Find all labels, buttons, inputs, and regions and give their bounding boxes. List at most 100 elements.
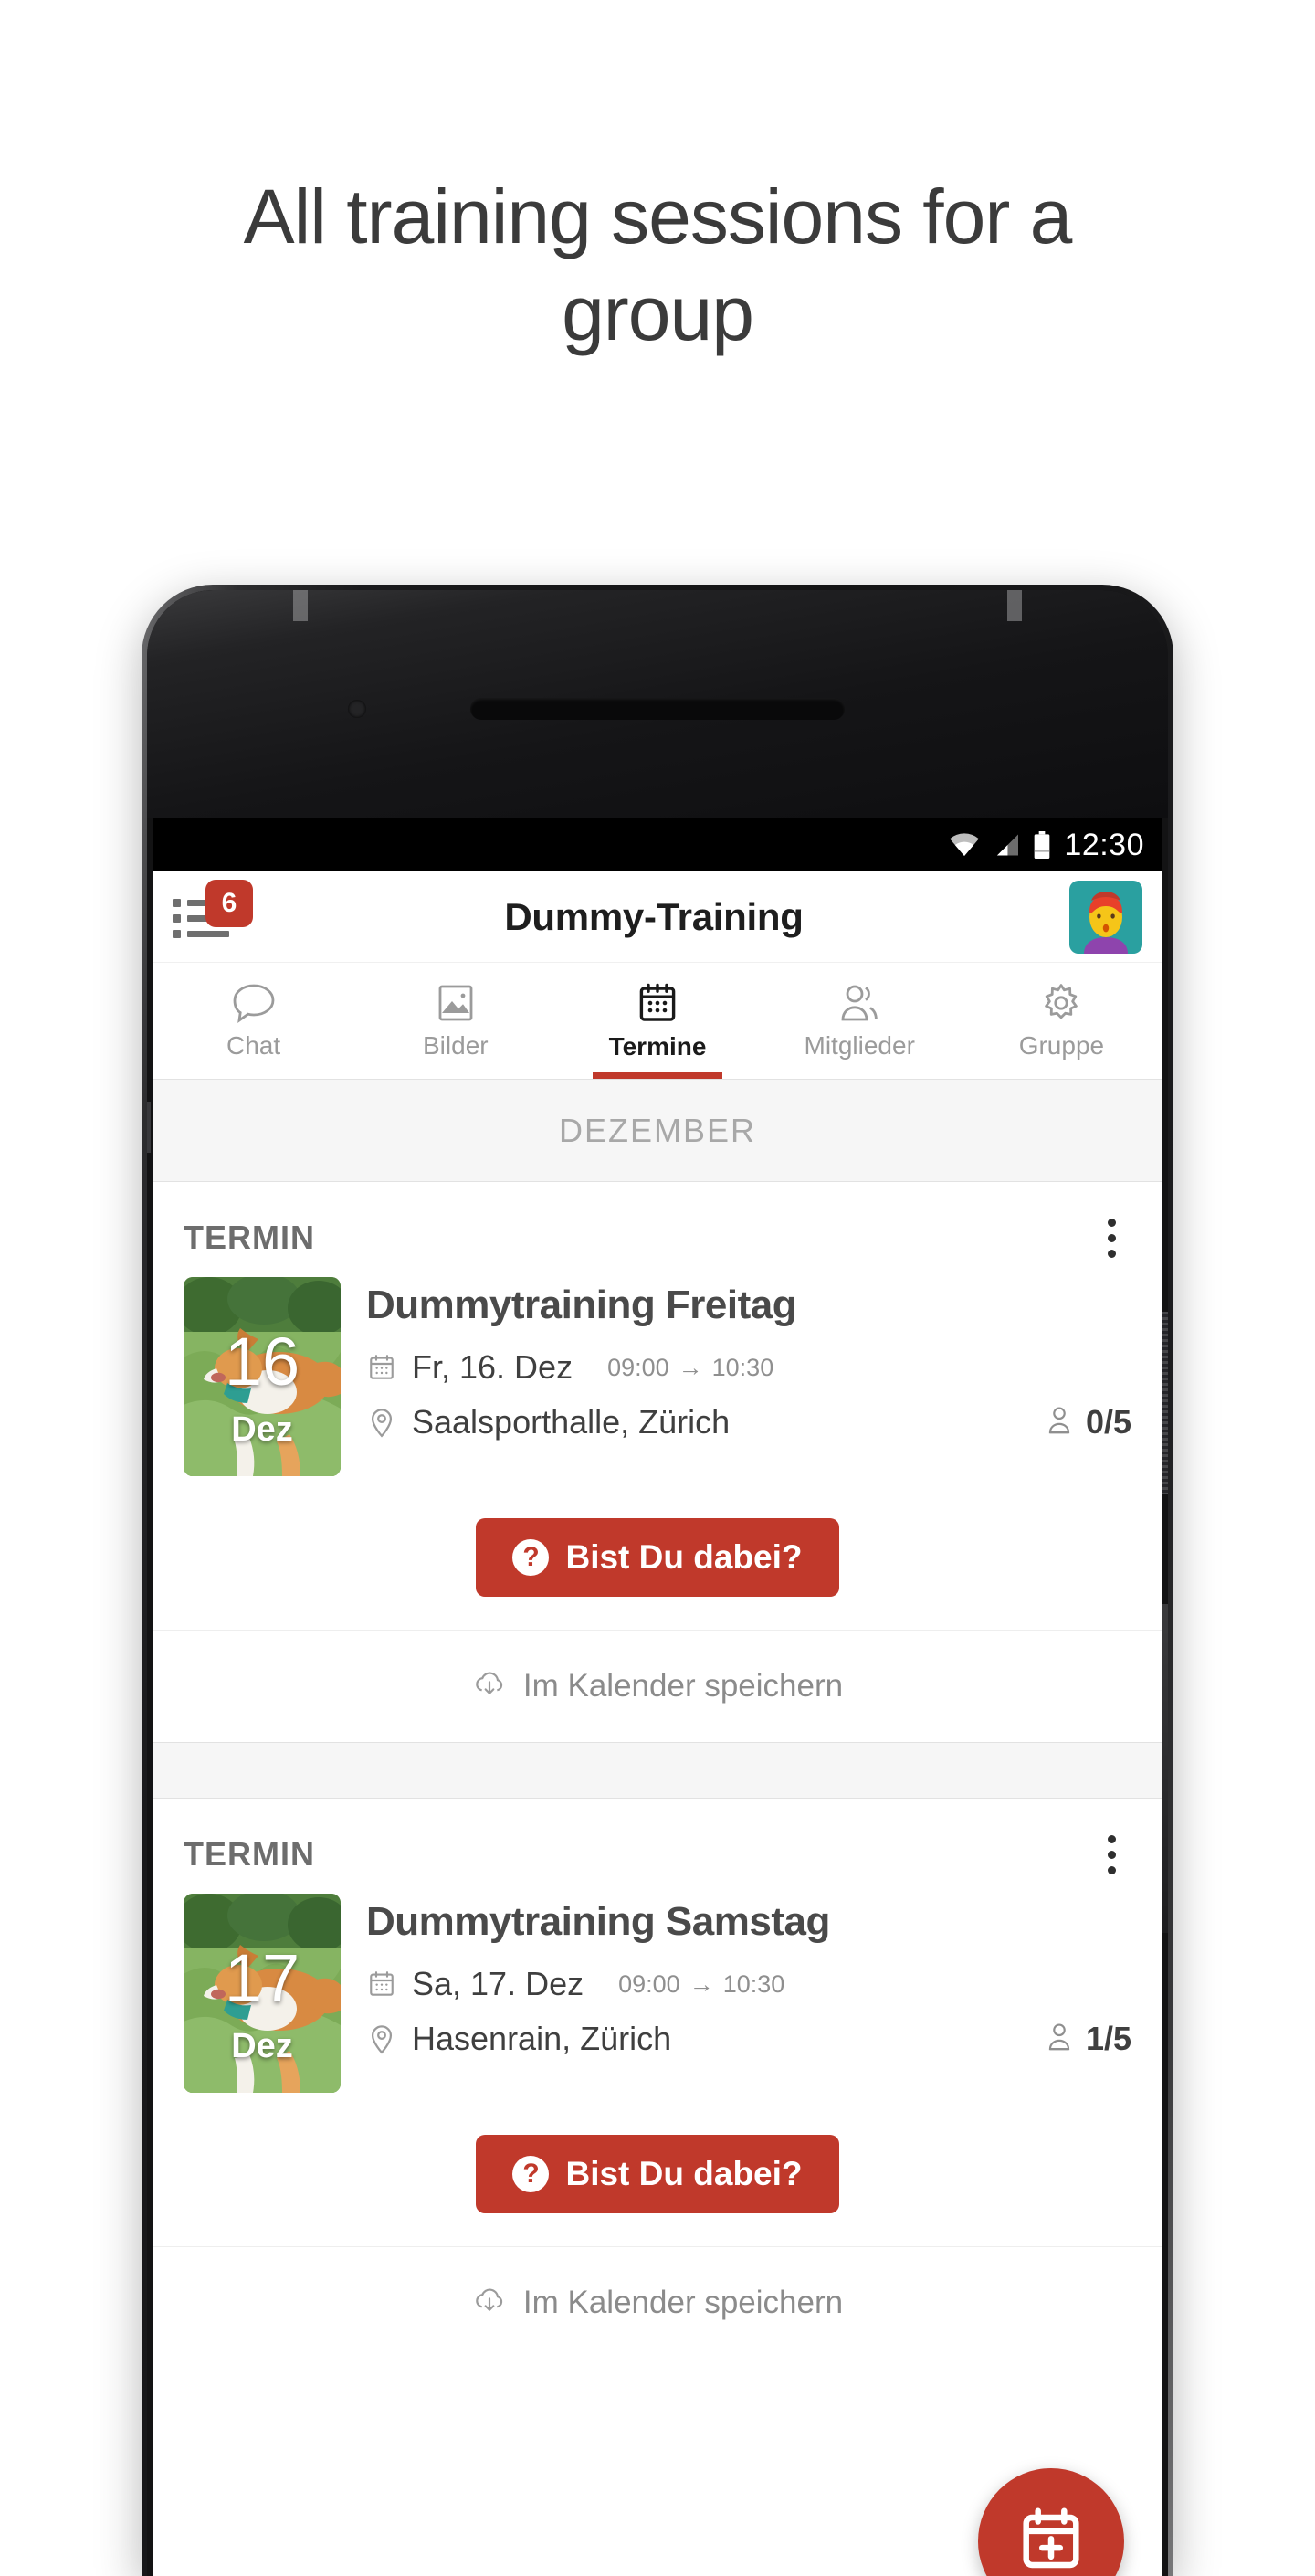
rsvp-button-label: Bist Du dabei?: [565, 1538, 802, 1577]
location-pin-icon: [366, 2023, 397, 2054]
event-thumbnail-month: Dez: [184, 1410, 341, 1450]
tab-bilder-label: Bilder: [423, 1031, 489, 1061]
phone-top-bezel: [147, 590, 1168, 818]
event-time-range: 09:00 → 10:30: [607, 1354, 773, 1382]
event-card-header: TERMIN: [153, 1799, 1162, 1886]
power-button[interactable]: [1162, 1312, 1168, 1494]
gear-icon: [1039, 982, 1083, 1024]
card-separator: [153, 1742, 1162, 1799]
calendar-plus-icon: [1015, 2504, 1087, 2576]
event-title: Dummytraining Freitag: [366, 1283, 1131, 1328]
volume-button[interactable]: [1162, 1604, 1168, 1933]
event-date-row: Fr, 16. Dez 09:00 → 10:30: [366, 1348, 1131, 1387]
event-time-end: 10:30: [723, 1970, 785, 1999]
event-location-row: Saalsporthalle, Zürich: [366, 1403, 1131, 1441]
rsvp-button[interactable]: ? Bist Du dabei?: [476, 2135, 838, 2213]
image-icon: [434, 982, 478, 1024]
question-mark-icon: ?: [512, 2156, 549, 2192]
month-header: DEZEMBER: [153, 1080, 1162, 1182]
menu-button[interactable]: 6: [173, 885, 257, 949]
event-card[interactable]: TERMIN: [153, 1182, 1162, 1742]
event-date: Sa, 17. Dez: [412, 1965, 584, 2003]
sim-tray: [147, 1102, 151, 1153]
add-event-fab[interactable]: [978, 2468, 1124, 2576]
event-attendance-count: 1/5: [1086, 2020, 1131, 2058]
tab-gruppe-label: Gruppe: [1019, 1031, 1104, 1061]
event-time-range: 09:00 → 10:30: [618, 1970, 784, 1999]
cellular-signal-icon: [993, 833, 1020, 857]
tab-mitglieder-label: Mitglieder: [805, 1031, 915, 1061]
tab-bar: Chat Bilder: [153, 963, 1162, 1080]
status-bar-clock: 12:30: [1064, 828, 1144, 863]
calendar-icon: [636, 981, 679, 1025]
unread-badge: 6: [205, 880, 253, 927]
event-card[interactable]: TERMIN: [153, 1799, 1162, 2359]
event-attendance: 1/5: [1044, 2020, 1131, 2058]
page-title: All training sessions for a group: [142, 0, 1173, 363]
rsvp-button[interactable]: ? Bist Du dabei?: [476, 1518, 838, 1597]
event-card-body: 16 Dez Dummytraining Freitag: [153, 1270, 1162, 1494]
antenna-line-left: [293, 590, 308, 621]
event-time-end: 10:30: [712, 1354, 774, 1382]
event-thumbnail-day: 17: [184, 1945, 341, 2012]
front-camera-icon: [348, 700, 366, 718]
calendar-icon: [366, 1352, 397, 1383]
event-attendance-count: 0/5: [1086, 1403, 1131, 1441]
save-to-calendar-label: Im Kalender speichern: [523, 1668, 843, 1705]
event-title: Dummytraining Samstag: [366, 1899, 1131, 1945]
event-thumbnail[interactable]: 16 Dez: [184, 1277, 341, 1476]
event-kicker: TERMIN: [184, 1835, 315, 1874]
phone-device-frame: 12:30 6 Dummy-Training: [142, 585, 1173, 2576]
phone-screen: 12:30 6 Dummy-Training: [153, 818, 1162, 2576]
event-location-row: Hasenrain, Zürich 1: [366, 2020, 1131, 2058]
earpiece-speaker: [470, 698, 845, 720]
event-cta-wrap: ? Bist Du dabei?: [153, 2111, 1162, 2247]
phone-device-inner: 12:30 6 Dummy-Training: [147, 590, 1168, 2576]
event-card-header: TERMIN: [153, 1182, 1162, 1270]
event-thumbnail-month: Dez: [184, 2027, 341, 2066]
event-attendance: 0/5: [1044, 1403, 1131, 1441]
event-location: Saalsporthalle, Zürich: [412, 1403, 730, 1441]
battery-icon: [1033, 831, 1051, 859]
question-mark-icon: ?: [512, 1539, 549, 1576]
wifi-icon: [949, 833, 980, 857]
event-date-row: Sa, 17. Dez 09:00 → 10:30: [366, 1965, 1131, 2003]
tab-termine[interactable]: Termine: [556, 963, 758, 1079]
tab-termine-label: Termine: [609, 1032, 707, 1061]
event-time-start: 09:00: [607, 1354, 669, 1382]
chat-bubble-icon: [230, 982, 278, 1024]
save-to-calendar-label: Im Kalender speichern: [523, 2285, 843, 2321]
event-info: Dummytraining Freitag: [366, 1277, 1131, 1476]
cloud-download-icon: [472, 2284, 507, 2323]
event-kicker: TERMIN: [184, 1219, 315, 1257]
arrow-right-icon: →: [689, 1970, 714, 1999]
app-bar: 6 Dummy-Training: [153, 871, 1162, 963]
event-info: Dummytraining Samstag: [366, 1894, 1131, 2093]
event-card-body: 17 Dez Dummytraining Samstag: [153, 1886, 1162, 2111]
event-location: Hasenrain, Zürich: [412, 2020, 671, 2058]
event-cta-wrap: ? Bist Du dabei?: [153, 1494, 1162, 1631]
kebab-menu-icon[interactable]: [1091, 1209, 1131, 1266]
event-thumbnail[interactable]: 17 Dez: [184, 1894, 341, 2093]
antenna-line-right: [1007, 590, 1022, 621]
location-pin-icon: [366, 1407, 397, 1438]
app-title: Dummy-Training: [238, 895, 1069, 939]
calendar-icon: [366, 1969, 397, 2000]
status-bar: 12:30: [153, 818, 1162, 871]
tab-mitglieder[interactable]: Mitglieder: [759, 963, 961, 1079]
person-icon: [1044, 2022, 1075, 2057]
cloud-download-icon: [472, 1667, 507, 1706]
tab-gruppe[interactable]: Gruppe: [961, 963, 1162, 1079]
tab-chat-label: Chat: [226, 1031, 280, 1061]
save-to-calendar-button[interactable]: Im Kalender speichern: [153, 2247, 1162, 2359]
event-date: Fr, 16. Dez: [412, 1348, 573, 1387]
kebab-menu-icon[interactable]: [1091, 1826, 1131, 1883]
tab-bilder[interactable]: Bilder: [354, 963, 556, 1079]
save-to-calendar-button[interactable]: Im Kalender speichern: [153, 1631, 1162, 1742]
tab-chat[interactable]: Chat: [153, 963, 354, 1079]
event-time-start: 09:00: [618, 1970, 680, 1999]
event-thumbnail-day: 16: [184, 1328, 341, 1396]
rsvp-button-label: Bist Du dabei?: [565, 2155, 802, 2193]
avatar[interactable]: [1069, 881, 1142, 954]
person-icon: [1044, 1405, 1075, 1441]
